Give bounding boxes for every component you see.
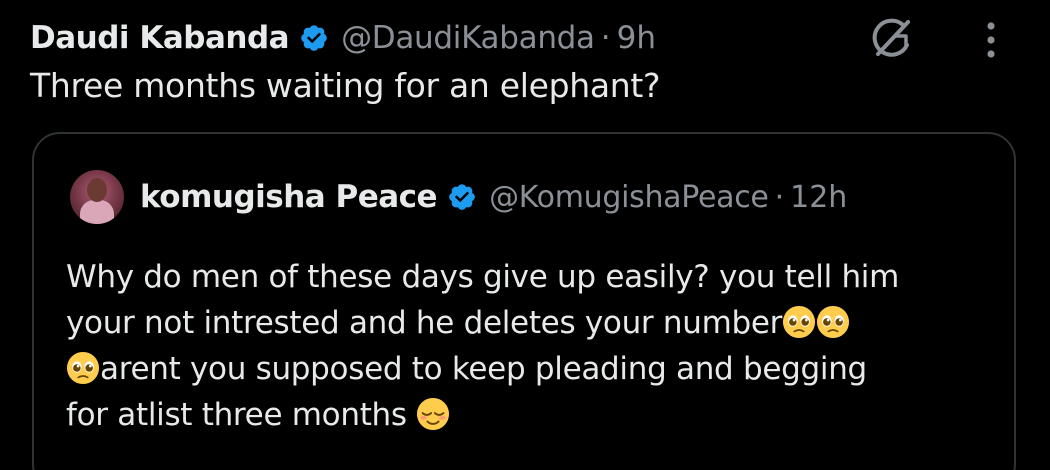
quoted-text-line: Why do men of these days give up easily?… xyxy=(66,259,899,295)
pleading-face-emoji xyxy=(783,305,816,339)
tweet-text: Three months waiting for an elephant? xyxy=(30,66,661,105)
quoted-text-line: arent you supposed to keep pleading and … xyxy=(66,346,966,392)
quoted-tweet-header: komugisha Peace @KomugishaPeace · 12h xyxy=(70,170,847,224)
verified-badge-icon xyxy=(449,184,475,210)
quoted-author-name[interactable]: komugisha Peace xyxy=(140,179,438,215)
tweet-header: Daudi Kabanda @DaudiKabanda · 9h xyxy=(30,14,656,62)
quoted-tweet-card[interactable]: komugisha Peace @KomugishaPeace · 12h Wh… xyxy=(32,132,1016,470)
quoted-author-handle[interactable]: @KomugishaPeace xyxy=(489,180,769,215)
relieved-face-emoji xyxy=(417,397,450,431)
author-name[interactable]: Daudi Kabanda xyxy=(30,20,290,56)
quoted-text-line: for atlist three months xyxy=(66,392,966,438)
verified-badge-icon xyxy=(301,25,327,51)
quoted-tweet-text: Why do men of these days give up easily?… xyxy=(66,254,966,438)
quoted-tweet-timestamp[interactable]: 12h xyxy=(790,180,847,215)
tweet-timestamp[interactable]: 9h xyxy=(617,20,656,56)
separator-dot: · xyxy=(600,20,611,56)
quoted-text-line: your not intrested and he deletes your n… xyxy=(66,300,966,346)
grok-icon[interactable] xyxy=(866,14,916,64)
more-vertical-icon[interactable] xyxy=(984,20,998,60)
separator-dot: · xyxy=(774,179,785,215)
pleading-face-emoji xyxy=(817,305,850,339)
pleading-face-emoji xyxy=(66,351,100,385)
avatar[interactable] xyxy=(70,170,124,224)
author-handle[interactable]: @DaudiKabanda xyxy=(341,20,595,56)
